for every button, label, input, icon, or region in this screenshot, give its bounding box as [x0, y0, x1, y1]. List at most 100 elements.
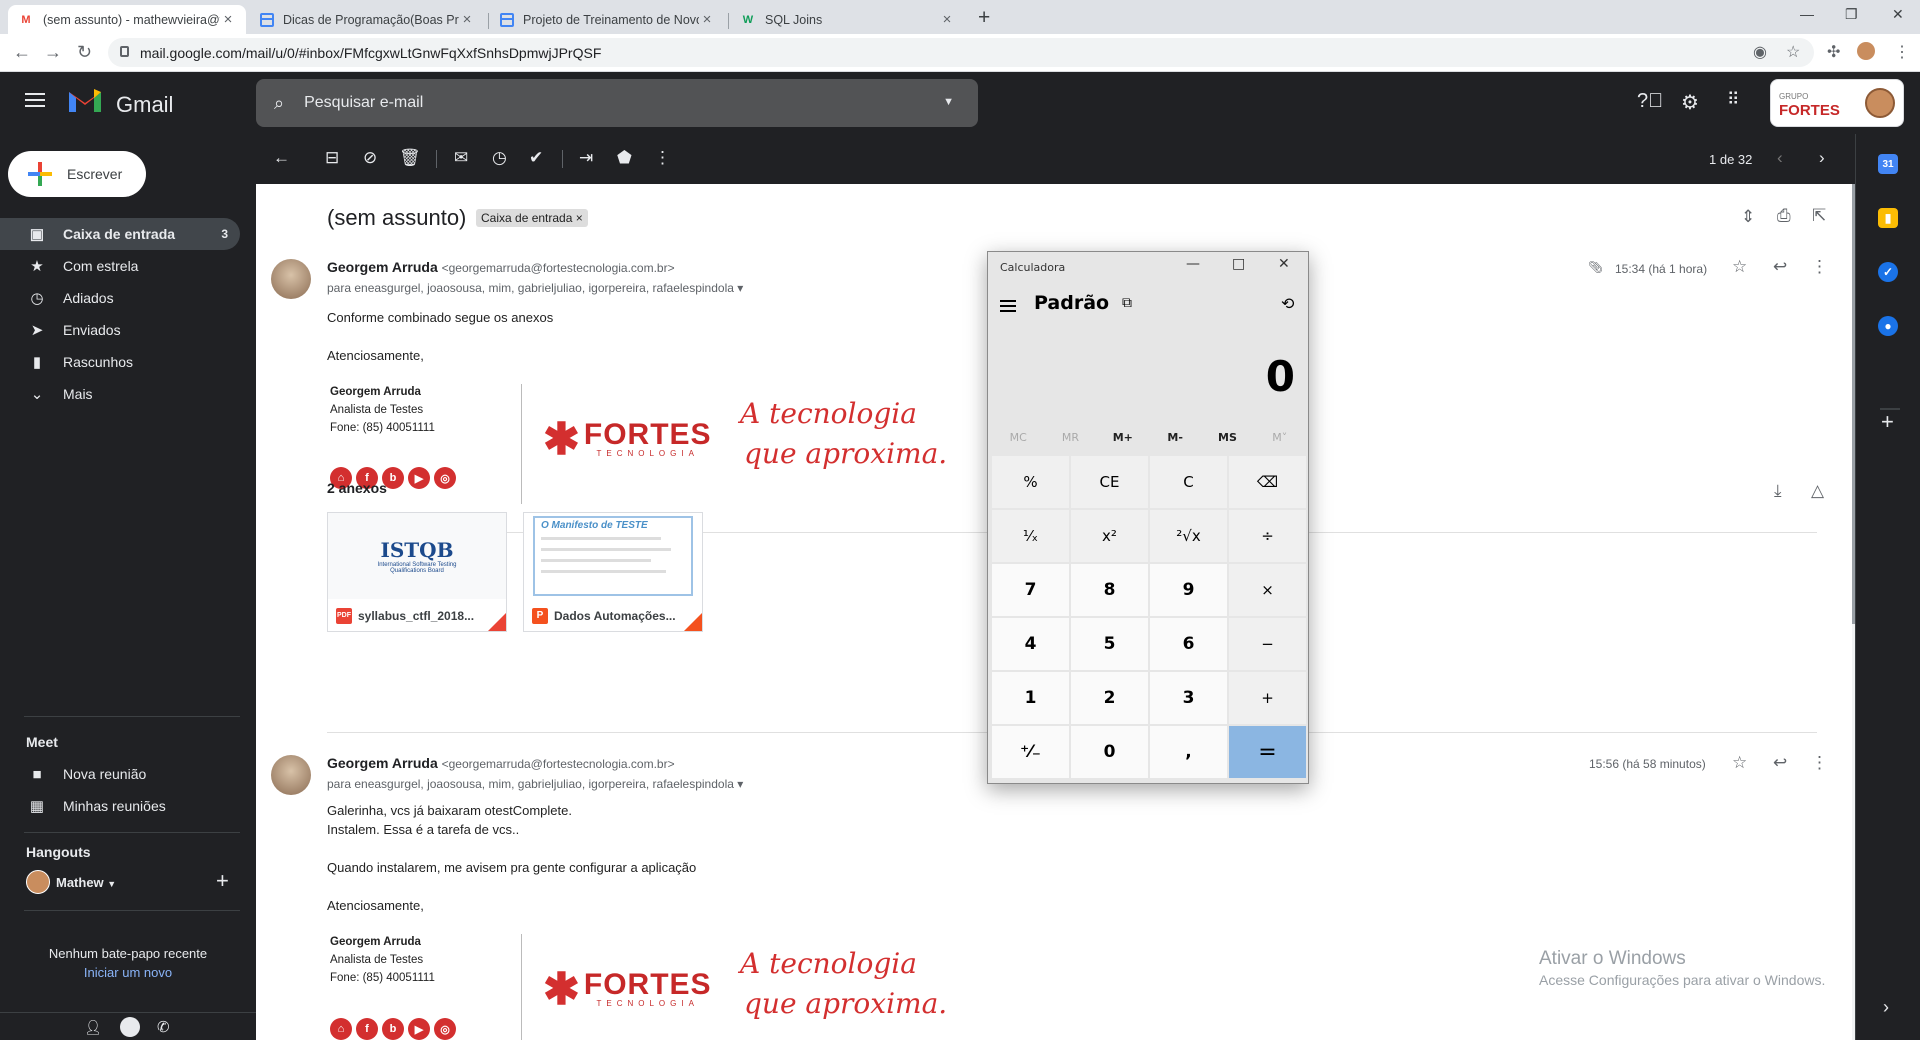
keep-app-icon[interactable]: ▮: [1878, 208, 1898, 228]
youtube-icon[interactable]: ▶: [408, 467, 430, 489]
minimize-window-icon[interactable]: —: [1800, 6, 1814, 22]
digit-9-key[interactable]: 9: [1150, 564, 1227, 616]
nav-inbox[interactable]: ▣ Caixa de entrada 3: [0, 218, 240, 250]
forward-icon[interactable]: →: [44, 42, 62, 63]
main-menu-icon[interactable]: [25, 93, 45, 107]
nav-drafts[interactable]: ▮ Rascunhos: [0, 346, 240, 378]
star-message-icon[interactable]: ☆: [1732, 753, 1747, 773]
calendar-app-icon[interactable]: 31: [1878, 154, 1898, 174]
subtract-key[interactable]: −: [1229, 618, 1306, 670]
report-spam-icon[interactable]: ⊘: [363, 148, 377, 168]
digit-2-key[interactable]: 2: [1071, 672, 1148, 724]
memory-add-button[interactable]: M+: [1097, 431, 1149, 453]
reply-icon[interactable]: ↩: [1773, 753, 1787, 773]
calculator-menu-icon[interactable]: [1000, 300, 1016, 312]
backspace-key[interactable]: ⌫: [1229, 456, 1306, 508]
mark-unread-icon[interactable]: ✉: [454, 148, 468, 168]
memory-clear-button[interactable]: MC: [992, 431, 1044, 453]
chat-bubble-icon[interactable]: [120, 1017, 140, 1037]
attachment-card[interactable]: ISTQB International Software Testing Qua…: [327, 512, 507, 632]
back-icon[interactable]: ←: [13, 42, 31, 63]
label-tag-icon[interactable]: ⬟: [617, 148, 632, 168]
memory-subtract-button[interactable]: M-: [1149, 431, 1201, 453]
save-to-drive-icon[interactable]: △: [1811, 481, 1824, 501]
star-message-icon[interactable]: ☆: [1732, 257, 1747, 277]
sender-name[interactable]: Georgem Arruda <georgemarruda@fortestecn…: [327, 259, 675, 275]
divide-key[interactable]: ÷: [1229, 510, 1306, 562]
tab-sql-joins[interactable]: W SQL Joins ×: [730, 5, 965, 34]
digit-3-key[interactable]: 3: [1150, 672, 1227, 724]
add-key[interactable]: +: [1229, 672, 1306, 724]
close-window-icon[interactable]: ✕: [1892, 6, 1904, 23]
extensions-icon[interactable]: ✣: [1827, 42, 1840, 62]
settings-gear-icon[interactable]: ⚙: [1681, 90, 1699, 115]
equals-key[interactable]: =: [1229, 726, 1306, 778]
snooze-clock-icon[interactable]: ◷: [492, 148, 507, 168]
older-chevron-right-icon[interactable]: ›: [1819, 148, 1825, 168]
download-all-icon[interactable]: ⤓: [1774, 481, 1782, 501]
get-addons-plus-icon[interactable]: +: [1881, 409, 1894, 435]
expand-all-icon[interactable]: ⇕: [1741, 207, 1755, 227]
print-icon[interactable]: ⎙: [1777, 206, 1791, 226]
restore-window-icon[interactable]: ❐: [1845, 6, 1858, 23]
clear-entry-key[interactable]: CE: [1071, 456, 1148, 508]
recipients[interactable]: para eneasgurgel, joaosousa, mim, gabrie…: [327, 777, 743, 791]
phone-icon[interactable]: ✆: [157, 1018, 170, 1036]
apps-grid-icon[interactable]: ⠿: [1727, 90, 1739, 110]
digit-8-key[interactable]: 8: [1071, 564, 1148, 616]
search-input[interactable]: [304, 94, 885, 112]
close-tab-icon[interactable]: ×: [699, 11, 715, 28]
compose-button[interactable]: Escrever: [8, 151, 146, 197]
nav-sent[interactable]: ➤ Enviados: [0, 314, 240, 346]
bookmark-star-icon[interactable]: ☆: [1786, 42, 1800, 62]
history-icon[interactable]: ⟲: [1281, 294, 1294, 313]
reload-icon[interactable]: ↻: [77, 42, 92, 63]
recipients[interactable]: para eneasgurgel, joaosousa, mim, gabrie…: [327, 281, 743, 295]
search-options-dropdown-icon[interactable]: ▼: [943, 96, 954, 108]
new-tab-button[interactable]: +: [978, 6, 990, 30]
browser-menu-icon[interactable]: ⋮: [1894, 42, 1910, 62]
tab-gmail[interactable]: M (sem assunto) - mathewvieira@fortestec…: [8, 5, 246, 34]
square-key[interactable]: x²: [1071, 510, 1148, 562]
reply-icon[interactable]: ↩: [1773, 257, 1787, 277]
clear-key[interactable]: C: [1150, 456, 1227, 508]
contacts-person-icon[interactable]: 👤︎: [84, 1019, 102, 1036]
memory-recall-button[interactable]: MR: [1044, 431, 1096, 453]
meet-new-meeting[interactable]: ■ Nova reunião: [0, 758, 240, 790]
digit-0-key[interactable]: 0: [1071, 726, 1148, 778]
attachment-card[interactable]: O Manifesto de TESTE P Dados Automações.…: [523, 512, 703, 632]
close-window-icon[interactable]: ✕: [1278, 256, 1290, 272]
digit-5-key[interactable]: 5: [1071, 618, 1148, 670]
maximize-window-icon[interactable]: □: [1232, 256, 1245, 272]
add-to-tasks-icon[interactable]: ✔: [529, 148, 543, 168]
hangouts-user-menu[interactable]: Mathew ▼: [56, 875, 116, 890]
close-tab-icon[interactable]: ×: [939, 11, 955, 28]
more-options-icon[interactable]: ⋮: [654, 148, 671, 168]
start-new-chat-link[interactable]: Iniciar um novo: [0, 963, 256, 982]
close-tab-icon[interactable]: ×: [459, 11, 475, 28]
negate-key[interactable]: ⁺⁄₋: [992, 726, 1069, 778]
eye-icon[interactable]: ◉: [1753, 42, 1767, 62]
show-side-panel-chevron-icon[interactable]: ›: [1883, 997, 1889, 1018]
sender-name[interactable]: Georgem Arruda <georgemarruda@fortestecn…: [327, 755, 675, 771]
square-root-key[interactable]: ²√x: [1150, 510, 1227, 562]
message-more-icon[interactable]: ⋮: [1811, 257, 1828, 277]
account-switcher[interactable]: GRUPO FORTES: [1770, 79, 1904, 127]
instagram-icon[interactable]: ◎: [434, 467, 456, 489]
digit-6-key[interactable]: 6: [1150, 618, 1227, 670]
nav-starred[interactable]: ★ Com estrela: [0, 250, 240, 282]
minimize-window-icon[interactable]: —: [1186, 256, 1200, 272]
instagram-icon[interactable]: ◎: [434, 1018, 456, 1040]
memory-list-button[interactable]: M˅: [1254, 431, 1306, 453]
memory-store-button[interactable]: MS: [1201, 431, 1253, 453]
website-icon[interactable]: ⌂: [330, 1018, 352, 1040]
new-chat-plus-icon[interactable]: +: [216, 868, 229, 894]
content-scrollbar[interactable]: [1852, 184, 1855, 1040]
search-bar[interactable]: ⌕ ▼: [256, 79, 978, 127]
newer-chevron-left-icon[interactable]: ‹: [1777, 148, 1783, 168]
back-to-inbox-icon[interactable]: ←: [273, 148, 290, 168]
nav-more[interactable]: ⌄ Mais: [0, 378, 240, 410]
youtube-icon[interactable]: ▶: [408, 1018, 430, 1040]
close-tab-icon[interactable]: ×: [220, 11, 236, 28]
tab-projeto[interactable]: Projeto de Treinamento de Novos ×: [490, 5, 725, 34]
